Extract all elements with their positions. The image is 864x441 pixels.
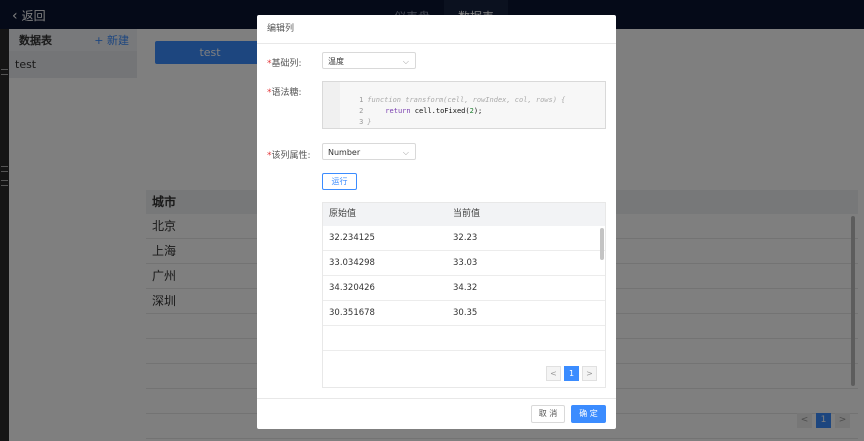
base-column-select[interactable]: 温度 ⌵ bbox=[322, 52, 416, 69]
line-number: 3 bbox=[359, 118, 364, 126]
base-column-label-text: 基础列: bbox=[271, 59, 302, 69]
run-button[interactable]: 运行 bbox=[322, 173, 357, 190]
original-value: 33.034298 bbox=[329, 258, 375, 268]
column-type-label: *该列属性: bbox=[267, 148, 311, 161]
preview-scrollbar[interactable] bbox=[600, 228, 604, 260]
chevron-down-icon: ⌵ bbox=[402, 57, 409, 66]
dialog-footer: 取 消 确 定 bbox=[257, 398, 616, 430]
syntax-label: *语法糖: bbox=[267, 85, 302, 98]
current-value: 32.23 bbox=[453, 233, 478, 243]
base-column-value: 温度 bbox=[328, 57, 344, 66]
original-value: 34.320426 bbox=[329, 283, 375, 293]
code-text: cell.toFixed( bbox=[410, 107, 470, 115]
column-type-value: Number bbox=[328, 148, 361, 157]
edit-column-dialog: 编辑列 *基础列: 温度 ⌵ *语法糖: 1 function transform… bbox=[257, 15, 616, 429]
syntax-label-text: 语法糖: bbox=[271, 88, 302, 98]
next-page-button[interactable]: > bbox=[582, 366, 597, 381]
code-text: } bbox=[367, 118, 372, 126]
current-value: 33.03 bbox=[453, 258, 478, 268]
preview-pagination: < 1 > bbox=[546, 366, 597, 381]
current-value: 30.35 bbox=[453, 308, 478, 318]
code-keyword: return bbox=[385, 107, 411, 115]
column-type-label-text: 该列属性: bbox=[271, 151, 311, 161]
column-header-current: 当前值 bbox=[453, 209, 481, 219]
table-row bbox=[323, 326, 605, 351]
cancel-button[interactable]: 取 消 bbox=[531, 405, 565, 423]
table-row: 30.351678 30.35 bbox=[323, 301, 605, 326]
table-row: 33.034298 33.03 bbox=[323, 251, 605, 276]
code-line: 2 return cell.toFixed(2); bbox=[323, 95, 482, 115]
original-value: 30.351678 bbox=[329, 308, 375, 318]
current-value: 34.32 bbox=[453, 283, 478, 293]
code-line: 1 function transform(cell, rowIndex, col,… bbox=[323, 84, 565, 104]
code-editor[interactable]: 1 function transform(cell, rowIndex, col,… bbox=[322, 81, 606, 129]
table-row: 32.234125 32.23 bbox=[323, 226, 605, 251]
preview-table: 原始值 当前值 32.234125 32.23 33.034298 33.03 … bbox=[322, 202, 606, 388]
preview-header: 原始值 当前值 bbox=[323, 203, 605, 226]
chevron-down-icon: ⌵ bbox=[402, 148, 409, 157]
dialog-title: 编辑列 bbox=[257, 15, 616, 44]
code-text: ); bbox=[473, 107, 483, 115]
table-row: 34.320426 34.32 bbox=[323, 276, 605, 301]
code-line: 3} bbox=[323, 106, 371, 126]
prev-page-button[interactable]: < bbox=[546, 366, 561, 381]
original-value: 32.234125 bbox=[329, 233, 375, 243]
page-button[interactable]: 1 bbox=[564, 366, 579, 381]
ok-button[interactable]: 确 定 bbox=[571, 405, 606, 423]
base-column-label: *基础列: bbox=[267, 56, 302, 69]
column-header-original: 原始值 bbox=[329, 209, 357, 219]
column-type-select[interactable]: Number ⌵ bbox=[322, 143, 416, 160]
